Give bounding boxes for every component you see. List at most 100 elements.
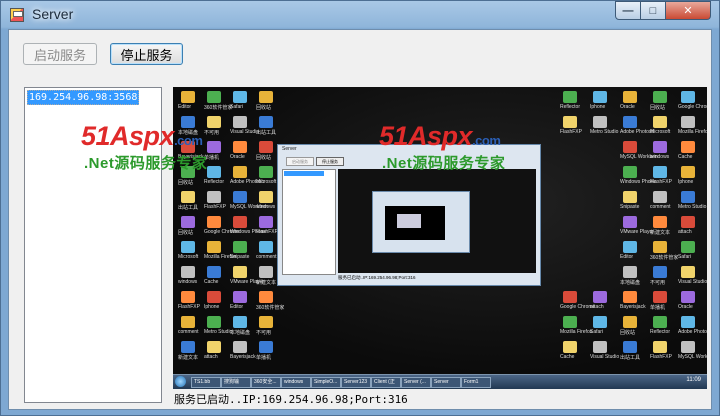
desktop-app-icon	[623, 341, 637, 353]
desktop-app-icon	[207, 216, 221, 228]
desktop-app-icon	[593, 116, 607, 128]
client-list-item[interactable]: 169.254.96.98:3568	[27, 90, 140, 105]
desktop-app-icon	[259, 216, 273, 228]
desktop-icon-label: Editor	[178, 104, 192, 110]
desktop-icon-label: Cache	[678, 154, 693, 160]
desktop-app-icon	[233, 291, 247, 303]
desktop-icon-label: comment	[650, 204, 671, 210]
desktop-app-icon	[233, 316, 247, 328]
desktop-app-icon	[653, 166, 667, 178]
taskbar-clock: 11:09	[686, 377, 701, 383]
desktop-app-icon	[233, 341, 247, 353]
desktop-app-icon	[563, 116, 577, 128]
server-app-icon[interactable]	[10, 8, 24, 22]
maximize-icon: □	[649, 4, 657, 17]
desktop-icon-label: windows	[178, 279, 198, 285]
desktop-icon-label: Visual Studio	[678, 279, 707, 285]
desktop-icon-label: Microsoft	[256, 179, 277, 185]
desktop-icon-label: 360软件管家	[204, 105, 233, 111]
desktop-icon-label: 回收站	[256, 105, 272, 111]
desktop-icon-label: FlashFXP	[178, 304, 200, 310]
desktop-app-icon	[653, 91, 667, 103]
desktop-app-icon	[653, 216, 667, 228]
remote-desktop-preview[interactable]: Editor 本地磁盘 Bayerisjack 回收站 出站工具 回收站 Microsoft…	[173, 87, 707, 389]
desktop-icon-label: FlashFXP	[650, 354, 672, 360]
nested-start-button: 启动服务	[286, 157, 314, 166]
desktop-icon-label: Oracle	[230, 154, 245, 160]
desktop-icon-label: 回收站	[178, 180, 194, 186]
client-list[interactable]: 169.254.96.98:3568	[24, 87, 162, 403]
desktop-icon-label: FlashFXP	[650, 179, 672, 185]
desktop-app-icon	[233, 141, 247, 153]
desktop-app-icon	[681, 241, 695, 253]
desktop-app-icon	[181, 241, 195, 253]
maximize-button[interactable]: □	[641, 1, 666, 20]
caption-buttons: — □ ✕	[615, 1, 711, 20]
desktop-app-icon	[259, 91, 273, 103]
desktop-app-icon	[259, 266, 273, 278]
desktop-app-icon	[681, 266, 695, 278]
taskbar-task: Server	[431, 377, 461, 388]
start-service-button[interactable]: 启动服务	[23, 43, 97, 65]
nested-client-list	[282, 169, 336, 275]
desktop-icon-label: Microsoft	[178, 254, 199, 260]
desktop-icon-label: FlashFXP	[256, 229, 278, 235]
desktop-icon-label: Visual Studio	[230, 129, 260, 135]
desktop-app-icon	[623, 216, 637, 228]
desktop-app-icon	[593, 341, 607, 353]
desktop-icon-label: Mozilla Firefox	[678, 129, 707, 135]
desktop-icon-label: Safari	[230, 104, 244, 110]
nested-stop-button: 停止服务	[316, 157, 344, 166]
desktop-app-icon	[181, 341, 195, 353]
close-icon: ✕	[683, 5, 693, 17]
nested-inner-window	[372, 191, 470, 253]
desktop-app-icon	[681, 291, 695, 303]
desktop-icon-label: windows	[650, 154, 670, 160]
client-area: 启动服务 停止服务 169.254.96.98:3568 Editor 本地磁盘 B…	[8, 29, 712, 410]
desktop-icon-label: MySQL Workben	[678, 354, 707, 360]
remote-taskbar: 11:09 TS1.bb搜狗输入...360安全...windowsSimple…	[173, 374, 707, 389]
desktop-app-icon	[681, 341, 695, 353]
desktop-icon-label: 单播机	[650, 305, 666, 311]
desktop-icon-label: Google Chrome	[678, 104, 707, 110]
desktop-app-icon	[233, 91, 247, 103]
desktop-app-icon	[207, 341, 221, 353]
desktop-app-icon	[181, 291, 195, 303]
desktop-app-icon	[681, 141, 695, 153]
desktop-icon-label: Reflector	[560, 104, 581, 110]
desktop-app-icon	[681, 166, 695, 178]
close-button[interactable]: ✕	[666, 1, 711, 20]
desktop-app-icon	[623, 166, 637, 178]
minimize-button[interactable]: —	[615, 1, 641, 20]
desktop-icon-label: Oracle	[678, 304, 693, 310]
desktop-app-icon	[259, 241, 273, 253]
desktop-icon-label: 本地磁盘	[230, 330, 251, 336]
desktop-app-icon	[653, 141, 667, 153]
desktop-icon-label: 单播机	[256, 355, 272, 361]
desktop-app-icon	[593, 91, 607, 103]
desktop-app-icon	[623, 266, 637, 278]
desktop-icon-label: 新建文本	[178, 355, 199, 361]
desktop-icon-label: Metro Studio	[590, 129, 619, 135]
desktop-icon-label: Oracle	[620, 104, 635, 110]
taskbar-task: windows	[281, 377, 311, 388]
nested-preview	[338, 169, 536, 273]
desktop-app-icon	[207, 91, 221, 103]
desktop-app-icon	[207, 316, 221, 328]
desktop-icon-label: FlashFXP	[204, 204, 226, 210]
desktop-icon-label: 不可用	[256, 330, 272, 336]
desktop-app-icon	[593, 316, 607, 328]
desktop-icon-label: Metro Studio	[678, 204, 707, 210]
title-bar[interactable]: Server — □ ✕	[1, 1, 719, 28]
taskbar-task: 搜狗输入...	[221, 377, 251, 388]
desktop-icon-label: windows	[256, 204, 276, 210]
desktop-app-icon	[181, 316, 195, 328]
desktop-app-icon	[181, 166, 195, 178]
stop-service-button[interactable]: 停止服务	[110, 43, 183, 65]
nested-innermost-window	[397, 214, 421, 228]
desktop-app-icon	[653, 316, 667, 328]
desktop-icon-label: Reflector	[204, 179, 225, 185]
desktop-icon-label: Metro Studio	[204, 329, 233, 335]
window-title: Server	[32, 6, 74, 22]
desktop-icon-label: Microsoft	[650, 129, 671, 135]
